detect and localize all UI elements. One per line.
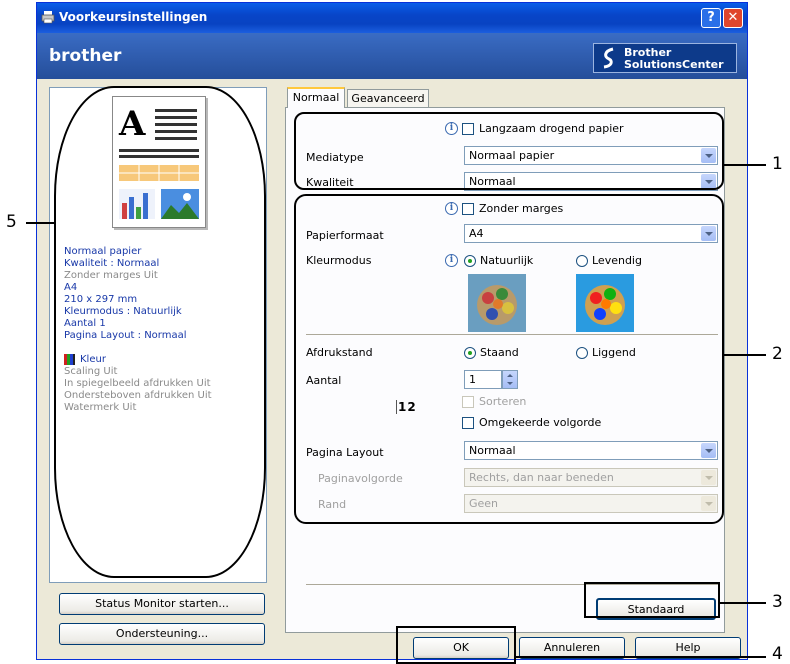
callout-line-5 <box>26 222 56 224</box>
close-button[interactable]: ✕ <box>723 8 743 28</box>
callout-number-1: 1 <box>772 154 783 174</box>
brother-logo: brother <box>49 46 122 66</box>
help-title-button[interactable]: ? <box>701 8 721 28</box>
callout-box-4 <box>396 626 516 664</box>
callout-line-1 <box>724 164 766 166</box>
window-title: Voorkeursinstellingen <box>59 10 208 24</box>
callout-line-4 <box>516 656 766 658</box>
callout-line-3 <box>720 602 766 604</box>
brand-banner: brother Brother SolutionsCenter <box>37 33 747 79</box>
callout-line-2 <box>724 354 766 356</box>
callout-number-4: 4 <box>772 644 783 664</box>
callout-number-2: 2 <box>772 344 783 364</box>
callout-box-3 <box>584 582 720 618</box>
tab-normaal[interactable]: Normaal <box>287 87 345 108</box>
callout-number-5: 5 <box>6 212 17 232</box>
solutions-swoosh-icon <box>602 47 616 69</box>
tab-geavanceerd[interactable]: Geavanceerd <box>347 89 429 108</box>
title-bar[interactable]: Voorkeursinstellingen ? ✕ <box>37 3 747 33</box>
printer-icon <box>41 10 55 24</box>
support-button[interactable]: Ondersteuning... <box>59 623 265 645</box>
solutions-line-2: SolutionsCenter <box>624 58 724 71</box>
callout-number-3: 3 <box>772 592 783 612</box>
callout-box-2 <box>294 194 724 524</box>
callout-box-5 <box>54 86 266 578</box>
status-monitor-button[interactable]: Status Monitor starten... <box>59 593 265 615</box>
solutions-center-button[interactable]: Brother SolutionsCenter <box>593 43 737 73</box>
callout-box-1 <box>294 112 724 190</box>
